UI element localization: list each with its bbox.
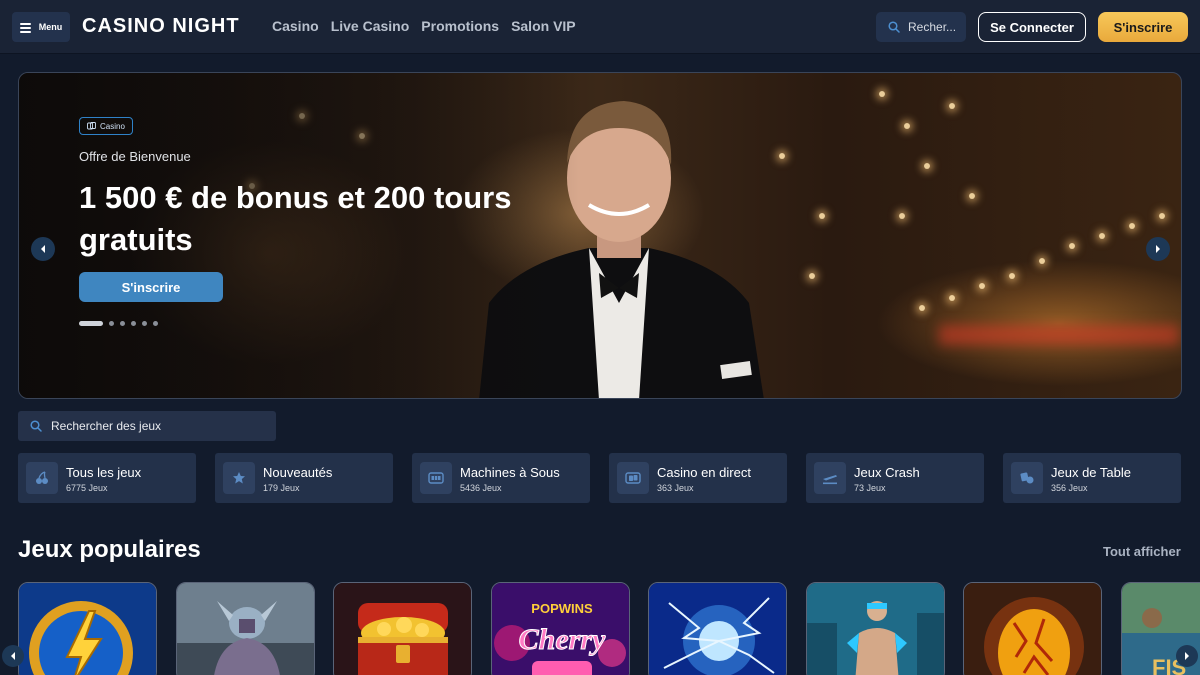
games-prev-button[interactable]	[2, 645, 24, 667]
red-light-glow	[939, 325, 1179, 345]
electric-orb-thumbnail	[649, 583, 786, 675]
live-cards-icon	[617, 462, 649, 494]
category-count: 179 Jeux	[263, 483, 300, 493]
treasure-chest-thumbnail	[334, 583, 471, 675]
star-icon	[223, 462, 255, 494]
hero-banner[interactable]: Casino Offre de Bienvenue 1 500 € de bon…	[18, 72, 1182, 399]
carousel-dot[interactable]	[79, 321, 103, 326]
carousel-next-button[interactable]	[1146, 237, 1170, 261]
login-button[interactable]: Se Connecter	[978, 12, 1086, 42]
cherry-pop-title: Cherry	[519, 623, 606, 656]
hero-signup-button[interactable]: S'inscrire	[79, 272, 223, 302]
carousel-dot[interactable]	[109, 321, 114, 326]
chevron-right-icon	[1185, 652, 1189, 660]
cherry-pop-brand: POPWINS	[531, 601, 593, 616]
game-search-input[interactable]: Rechercher des jeux	[18, 411, 276, 441]
lightning-coin-thumbnail	[19, 583, 156, 675]
viking-warrior-thumbnail	[177, 583, 314, 675]
signup-button[interactable]: S'inscrire	[1098, 12, 1188, 42]
nav-casino[interactable]: Casino	[272, 18, 319, 34]
fire-egg-thumbnail	[964, 583, 1101, 675]
chevron-right-icon	[1156, 245, 1160, 253]
chevron-left-icon	[41, 245, 45, 253]
games-next-button[interactable]	[1176, 645, 1198, 667]
popular-games-title: Jeux populaires	[18, 536, 201, 563]
plane-icon	[814, 462, 846, 494]
category-all-games[interactable]: Tous les jeux 6775 Jeux	[18, 453, 196, 503]
hero-headline: 1 500 € de bonus et 200 tours gratuits	[79, 180, 512, 257]
category-live-casino[interactable]: Casino en direct 363 Jeux	[609, 453, 787, 503]
game-search-placeholder: Rechercher des jeux	[51, 419, 162, 433]
category-name: Nouveautés	[263, 465, 333, 480]
header-search-placeholder: Recher...	[908, 20, 957, 34]
category-count: 363 Jeux	[657, 483, 694, 493]
game-tile-cherry-pop[interactable]: POPWINS Cherry	[491, 582, 630, 675]
cyber-fighter-thumbnail	[807, 583, 944, 675]
category-count: 5436 Jeux	[460, 483, 502, 493]
menu-button[interactable]: Menu	[12, 12, 70, 42]
game-tile-lightning-coin[interactable]	[18, 582, 157, 675]
chips-icon	[1011, 462, 1043, 494]
carousel-dot[interactable]	[142, 321, 147, 326]
carousel-dot[interactable]	[131, 321, 136, 326]
cards-icon	[87, 122, 96, 130]
category-name: Casino en direct	[657, 465, 751, 480]
game-tile-fire-egg[interactable]	[963, 582, 1102, 675]
casino-night-logo[interactable]: CASINO NIGHT	[82, 15, 240, 38]
search-icon	[888, 21, 900, 33]
game-tile-viking-warrior[interactable]	[176, 582, 315, 675]
menu-label: Menu	[38, 22, 63, 32]
header-search-input[interactable]: Recher...	[876, 12, 966, 42]
game-tile-treasure-chest[interactable]	[333, 582, 472, 675]
cherry-pop-thumbnail: POPWINS Cherry	[492, 583, 629, 675]
show-all-link[interactable]: Tout afficher	[1103, 544, 1181, 559]
category-name: Jeux de Table	[1051, 465, 1131, 480]
nav-live-casino[interactable]: Live Casino	[331, 18, 410, 34]
category-table-games[interactable]: Jeux de Table 356 Jeux	[1003, 453, 1181, 503]
nav-salon-vip[interactable]: Salon VIP	[511, 18, 576, 34]
carousel-dot[interactable]	[153, 321, 158, 326]
game-tile-cyber-fighter[interactable]	[806, 582, 945, 675]
category-name: Tous les jeux	[66, 465, 142, 480]
badge-label: Casino	[100, 121, 125, 131]
category-name: Jeux Crash	[854, 465, 920, 480]
chevron-left-icon	[11, 652, 15, 660]
casino-badge: Casino	[79, 117, 133, 135]
category-name: Machines à Sous	[460, 465, 560, 480]
main-nav: Casino Live Casino Promotions Salon VIP	[272, 18, 576, 34]
category-count: 356 Jeux	[1051, 483, 1088, 493]
category-new[interactable]: Nouveautés 179 Jeux	[215, 453, 393, 503]
category-count: 6775 Jeux	[66, 483, 108, 493]
category-slots[interactable]: Machines à Sous 5436 Jeux	[412, 453, 590, 503]
top-header: Menu CASINO NIGHT Casino Live Casino Pro…	[0, 0, 1200, 54]
search-icon	[30, 420, 42, 432]
hero-eyebrow: Offre de Bienvenue	[79, 149, 191, 164]
carousel-dot[interactable]	[120, 321, 125, 326]
game-tile-electric-orb[interactable]	[648, 582, 787, 675]
carousel-dots	[79, 321, 158, 326]
hamburger-icon	[19, 22, 31, 33]
cherries-icon	[26, 462, 58, 494]
category-crash-games[interactable]: Jeux Crash 73 Jeux	[806, 453, 984, 503]
nav-promotions[interactable]: Promotions	[421, 18, 499, 34]
slot-machine-icon	[420, 462, 452, 494]
carousel-prev-button[interactable]	[31, 237, 55, 261]
category-count: 73 Jeux	[854, 483, 886, 493]
